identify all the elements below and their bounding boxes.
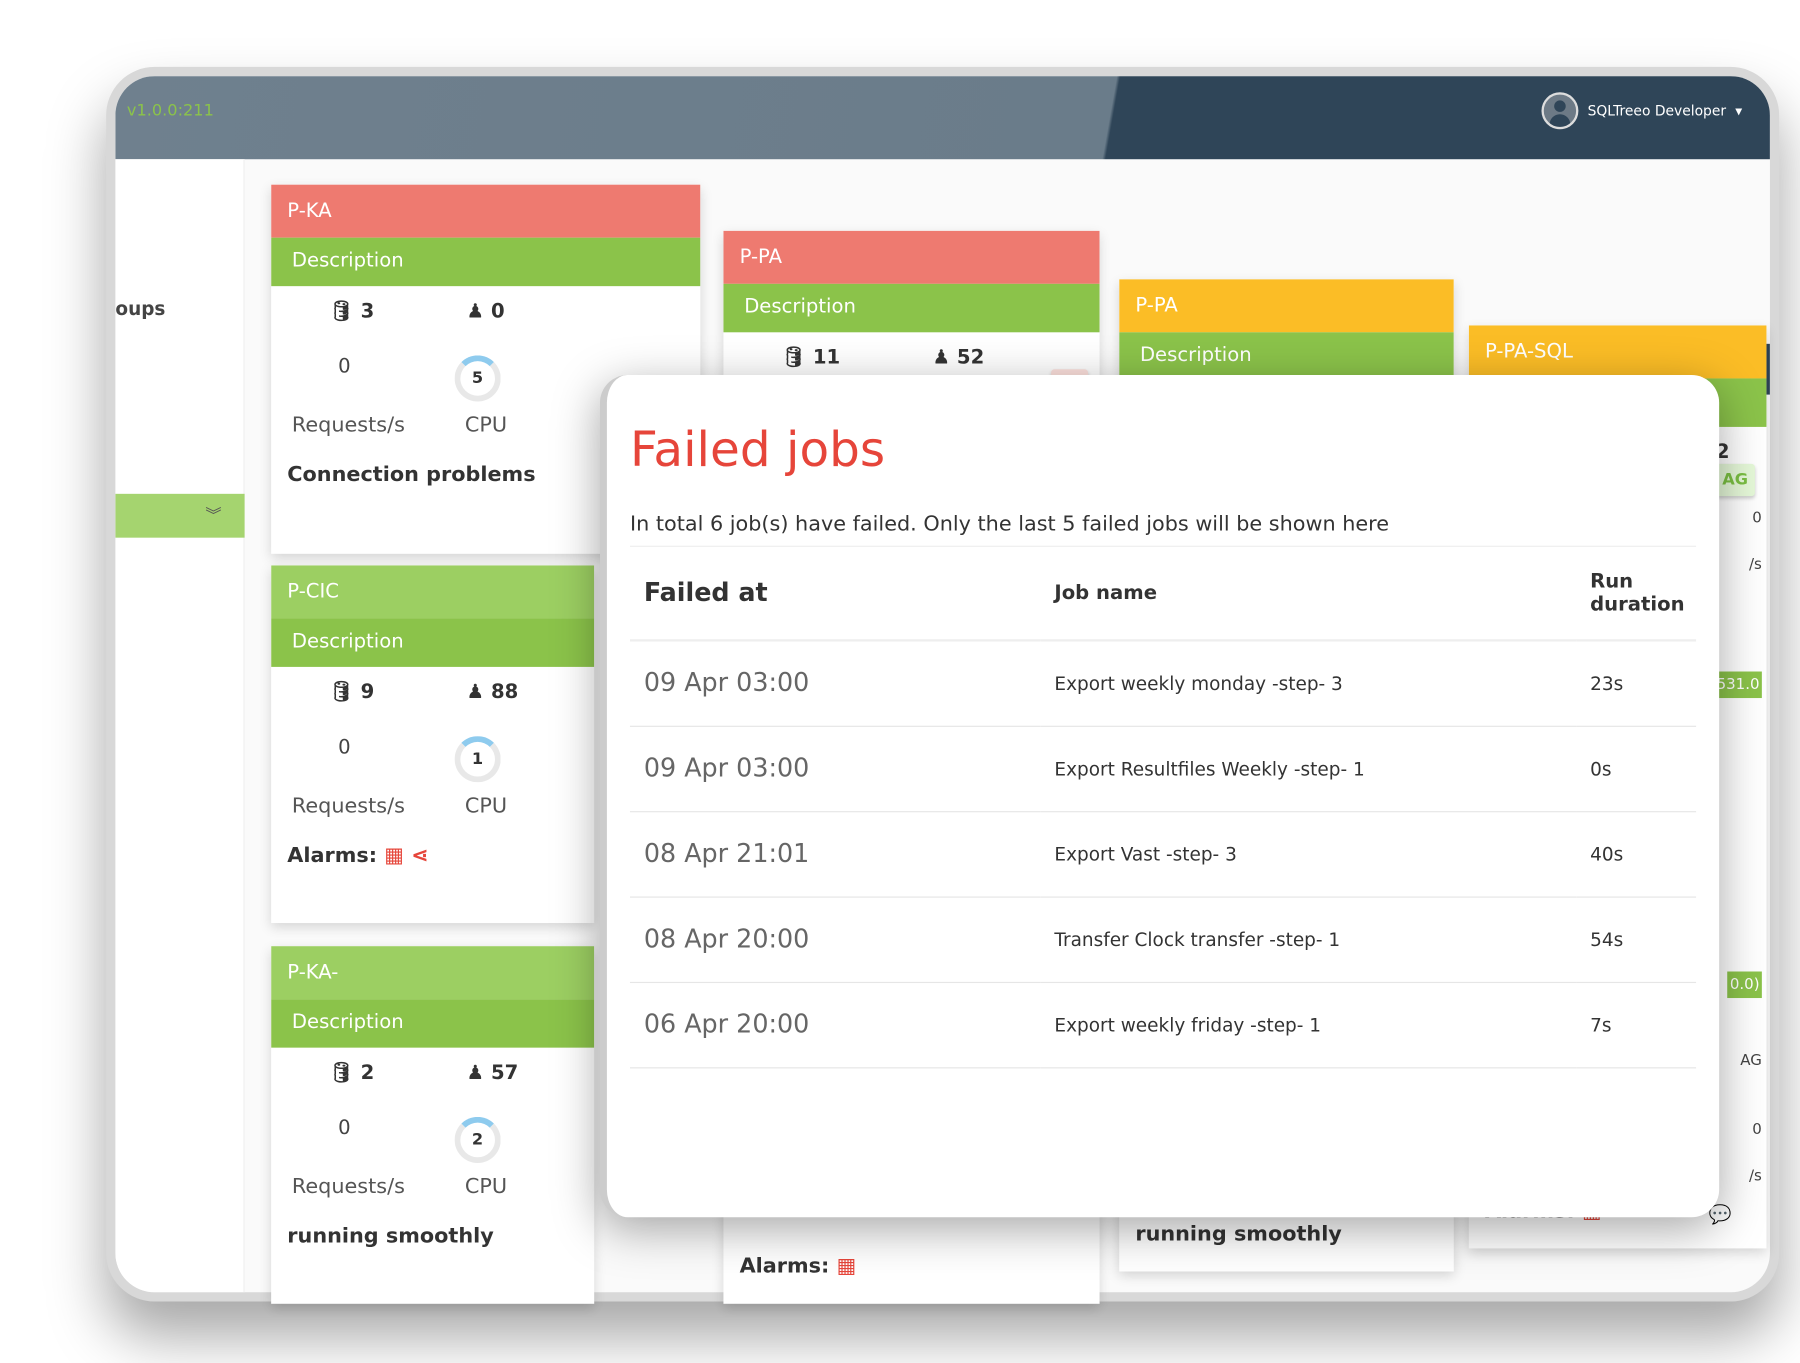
card-title[interactable]: P-PA xyxy=(1119,279,1454,333)
partial-text: 0 xyxy=(1752,1121,1762,1139)
version-label: v1.0.0:211 xyxy=(126,101,214,120)
failed-at-cell: 08 Apr 21:01 xyxy=(629,811,1041,898)
cpu-label: CPU xyxy=(464,793,508,819)
modal-title: Failed jobs xyxy=(629,421,886,478)
sidebar-item-groups[interactable]: oups xyxy=(115,298,165,320)
table-row: 08 Apr 20:00 Transfer Clock transfer -ste… xyxy=(629,897,1697,984)
table-row: 09 Apr 03:00 Export Resultfiles Weekly -s… xyxy=(629,726,1697,813)
requests-value: 0 xyxy=(338,1116,351,1140)
database-count: 🛢 3 xyxy=(328,299,375,324)
card-title[interactable]: P-KA- xyxy=(271,946,595,1000)
job-name-cell: Transfer Clock transfer -step- 1 xyxy=(1040,897,1577,984)
failed-at-cell: 06 Apr 20:00 xyxy=(629,982,1041,1069)
cpu-label: CPU xyxy=(464,413,508,438)
requests-label: Requests/s xyxy=(291,793,405,819)
card-status: Alarms: ▦ ⋖ xyxy=(287,843,429,868)
table-row: 06 Apr 20:00 Export weekly friday -step- … xyxy=(629,982,1697,1069)
card-status: Alarms: ▦ xyxy=(739,1254,857,1279)
cpu-gauge: 5 xyxy=(454,355,501,402)
card-description: Description xyxy=(271,999,595,1048)
database-count: 🛢 2 xyxy=(328,1061,375,1085)
database-icon: 🛢 xyxy=(328,299,354,324)
requests-value: 0 xyxy=(338,736,351,760)
failed-jobs-table: Failed at Job name Run duration 09 Apr 0… xyxy=(629,553,1697,1069)
database-count: 🛢 11 xyxy=(781,346,841,370)
caret-down-icon: ▾ xyxy=(1735,102,1743,119)
database-icon: 🛢 xyxy=(781,346,807,370)
calendar-icon[interactable]: ▦ xyxy=(837,1254,857,1278)
sidebar: oups ︾ xyxy=(115,159,245,1293)
run-duration-cell: 23s xyxy=(1576,640,1697,727)
table-row: 09 Apr 03:00 Export weekly monday -step- … xyxy=(629,640,1697,727)
card-description: Description xyxy=(1119,332,1454,381)
user-icon: ♟ xyxy=(466,680,485,704)
card-title[interactable]: P-PA xyxy=(723,230,1100,284)
run-duration-cell: 40s xyxy=(1576,811,1697,898)
job-name-cell: Export weekly friday -step- 1 xyxy=(1040,982,1577,1069)
requests-label: Requests/s xyxy=(291,413,405,438)
sidebar-expand-button[interactable]: ︾ xyxy=(115,493,245,538)
requests-label: Requests/s xyxy=(291,1174,405,1199)
server-card[interactable]: P-CIC Description 🛢 9 ♟ 88 0 1 Requests/s C… xyxy=(271,565,595,924)
job-name-cell: Export weekly monday -step- 3 xyxy=(1040,640,1577,727)
card-description: Description xyxy=(271,618,595,667)
badge-ag[interactable]: AG xyxy=(1715,463,1755,497)
database-icon: 🛢 xyxy=(328,1061,354,1085)
failed-jobs-modal: Failed jobs In total 6 job(s) have faile… xyxy=(599,374,1720,1218)
failed-at-cell: 09 Apr 03:00 xyxy=(629,726,1041,813)
card-status: running smoothly xyxy=(287,1224,494,1249)
table-row: 08 Apr 21:01 Export Vast -step- 3 40s xyxy=(629,811,1697,898)
card-title[interactable]: P-PA-SQL xyxy=(1468,325,1767,379)
card-title[interactable]: P-KA xyxy=(271,184,701,238)
col-job-name: Job name xyxy=(1040,553,1577,642)
partial-text: /s xyxy=(1748,1167,1762,1185)
user-icon: ♟ xyxy=(466,299,485,324)
run-duration-cell: 7s xyxy=(1576,982,1697,1069)
user-icon: ♟ xyxy=(466,1061,485,1085)
top-header: v1.0.0:211 SQLTreeo Developer ▾ xyxy=(115,76,1770,160)
job-name-cell: Export Vast -step- 3 xyxy=(1040,811,1577,898)
cpu-label: CPU xyxy=(464,1174,508,1199)
run-duration-cell: 54s xyxy=(1576,897,1697,984)
failed-at-cell: 09 Apr 03:00 xyxy=(629,640,1041,727)
col-failed-at: Failed at xyxy=(629,553,1041,642)
card-description: Description xyxy=(271,237,701,287)
share-icon[interactable]: ⋖ xyxy=(411,843,428,867)
user-count: ♟ 57 xyxy=(466,1061,519,1085)
partial-text: /s xyxy=(1748,556,1762,574)
partial-text: 0.0) xyxy=(1727,971,1762,999)
job-name-cell: Export Resultfiles Weekly -step- 1 xyxy=(1040,726,1577,813)
failed-at-cell: 08 Apr 20:00 xyxy=(629,897,1041,984)
cpu-gauge: 2 xyxy=(454,1116,501,1164)
partial-text: 0 xyxy=(1752,509,1762,528)
col-run-duration: Run duration xyxy=(1576,553,1697,642)
card-title[interactable]: P-CIC xyxy=(271,565,595,619)
partial-text: AG xyxy=(1740,1052,1762,1070)
user-menu[interactable]: SQLTreeo Developer ▾ xyxy=(1541,92,1743,130)
user-name: SQLTreeo Developer xyxy=(1587,102,1727,119)
calendar-icon[interactable]: ▦ xyxy=(384,843,404,867)
database-count: 🛢 9 xyxy=(328,680,375,704)
user-count: ♟ 88 xyxy=(466,680,519,704)
double-chevron-down-icon: ︾ xyxy=(205,506,222,525)
user-count: ♟ 52 xyxy=(932,346,985,370)
user-count: ♟ 0 xyxy=(466,299,505,324)
requests-value: 0 xyxy=(338,355,351,379)
database-icon: 🛢 xyxy=(328,680,354,704)
cpu-gauge: 1 xyxy=(454,736,501,783)
modal-summary: In total 6 job(s) have failed. Only the … xyxy=(629,512,1697,547)
card-description: Description xyxy=(723,283,1100,333)
server-card[interactable]: P-KA- Description 🛢 2 ♟ 57 0 2 Requests/s C… xyxy=(271,946,595,1304)
avatar xyxy=(1541,92,1579,130)
run-duration-cell: 0s xyxy=(1576,726,1697,813)
user-icon: ♟ xyxy=(932,346,951,370)
